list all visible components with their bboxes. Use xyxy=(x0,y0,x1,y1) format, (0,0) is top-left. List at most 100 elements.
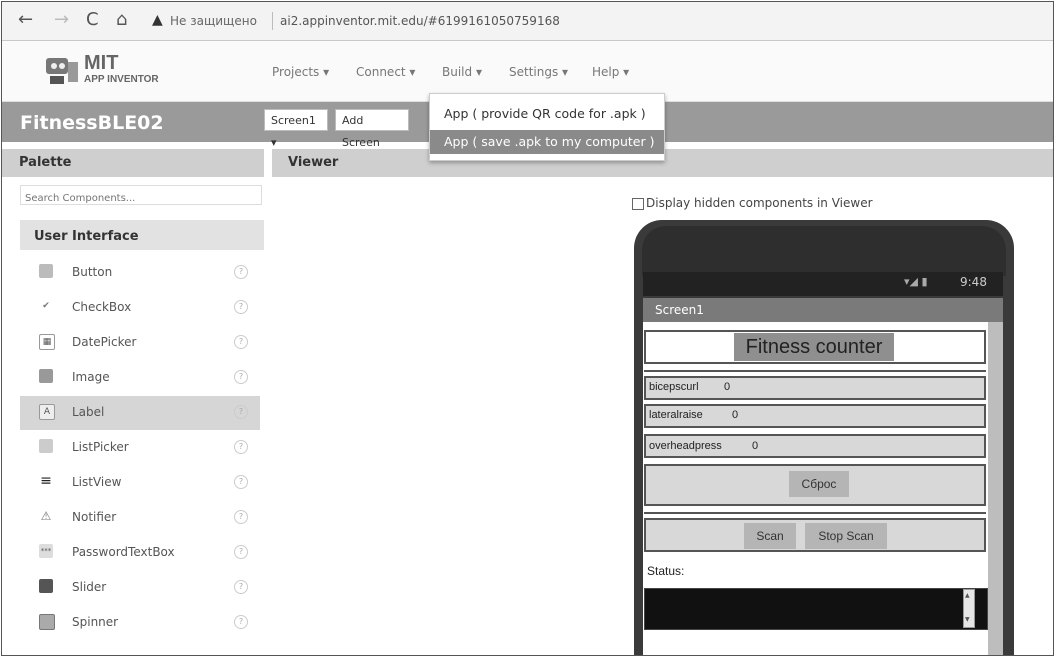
phone-status-bar xyxy=(643,272,1003,296)
palette-item-slider[interactable]: Slider ? xyxy=(20,571,260,605)
status-textbox[interactable] xyxy=(644,588,988,630)
display-hidden-components-checkbox[interactable]: Display hidden components in Viewer xyxy=(632,196,873,210)
reset-button[interactable]: Сброс xyxy=(789,471,849,497)
build-apk-qr-item[interactable]: App ( provide QR code for .apk ) xyxy=(430,102,664,126)
screen-select-dropdown[interactable]: Screen1 ▾ xyxy=(264,109,328,149)
screen-title: Screen1 xyxy=(655,303,704,317)
label-icon: A xyxy=(39,404,55,420)
home-icon[interactable]: ⌂ xyxy=(116,10,127,30)
component-search[interactable] xyxy=(20,185,262,208)
button-icon xyxy=(39,264,53,278)
phone-scrollbar xyxy=(988,322,1003,655)
back-arrow-icon[interactable]: ← xyxy=(18,10,33,30)
palette-item-label: Image xyxy=(72,370,110,384)
scroll-up-icon[interactable]: ▲ xyxy=(965,592,970,599)
help-icon[interactable]: ? xyxy=(234,580,248,594)
palette-item-checkbox[interactable]: ✔ CheckBox ? xyxy=(20,291,260,325)
fitness-counter-label[interactable]: Fitness counter xyxy=(734,333,894,361)
category-title: User Interface xyxy=(34,229,139,244)
palette-item-button[interactable]: Button ? xyxy=(20,256,260,290)
help-icon[interactable]: ? xyxy=(234,370,248,384)
palette-item-label: ListView xyxy=(72,475,122,489)
palette-item-label: Notifier xyxy=(72,510,117,524)
palette-header: Palette xyxy=(2,149,264,177)
textbox-scrollbar[interactable]: ▲ ▼ xyxy=(963,589,975,628)
overheadpress-value: 0 xyxy=(752,440,759,452)
phone-title-bar: Screen1 xyxy=(643,298,1003,322)
add-screen-button[interactable]: Add Screen xyxy=(335,109,409,149)
spinner-icon xyxy=(39,614,55,630)
logo-title: MIT xyxy=(84,52,119,74)
signal-battery-icon: ▾◢ ▮ xyxy=(904,275,928,288)
image-icon xyxy=(39,369,53,383)
listview-icon: ≡ xyxy=(40,473,52,489)
palette-item-image[interactable]: Image ? xyxy=(20,361,260,395)
palette-item-passwordtextbox[interactable]: *** PasswordTextBox ? xyxy=(20,536,260,570)
palette-item-label: Slider xyxy=(72,580,107,594)
listpicker-icon xyxy=(39,439,53,453)
palette-item-notifier[interactable]: ⚠ Notifier ? xyxy=(20,501,260,535)
checkbox-box[interactable] xyxy=(632,197,644,210)
bicepscurl-value: 0 xyxy=(724,381,731,393)
help-icon[interactable]: ? xyxy=(234,510,248,524)
checkbox-label: Display hidden components in Viewer xyxy=(646,196,873,210)
palette-item-label: Spinner xyxy=(72,615,119,629)
separator xyxy=(644,512,986,514)
app-window: ← → C ⌂ ▲ Не защищено ai2.appinventor.mi… xyxy=(1,1,1054,656)
overheadpress-label: overheadpress xyxy=(649,440,722,452)
scan-button[interactable]: Scan xyxy=(744,523,796,549)
palette-item-label: Button xyxy=(72,265,113,279)
menu-help[interactable]: Help ▾ xyxy=(592,65,629,79)
palette-title: Palette xyxy=(19,155,72,170)
phone-bezel-top xyxy=(642,226,1006,276)
help-icon[interactable]: ? xyxy=(234,440,248,454)
build-apk-save-item[interactable]: App ( save .apk to my computer ) xyxy=(430,130,664,154)
palette-item-listview[interactable]: ≡ ListView ? xyxy=(20,466,260,500)
palette-item-label: PasswordTextBox xyxy=(72,545,175,559)
help-icon[interactable]: ? xyxy=(234,405,248,419)
lateralraise-value: 0 xyxy=(732,409,739,421)
not-secure-label[interactable]: Не защищено xyxy=(170,14,257,28)
menu-connect[interactable]: Connect ▾ xyxy=(356,65,415,79)
palette-item-spinner[interactable]: Spinner ? xyxy=(20,606,260,640)
palette-item-label-component[interactable]: A Label ? xyxy=(20,396,260,430)
menu-build[interactable]: Build ▾ xyxy=(442,65,482,79)
reload-icon[interactable]: C xyxy=(86,10,99,30)
status-label: Status: xyxy=(647,564,685,578)
help-icon[interactable]: ? xyxy=(234,545,248,559)
forward-arrow-icon[interactable]: → xyxy=(54,10,69,30)
help-icon[interactable]: ? xyxy=(234,615,248,629)
search-components-input[interactable] xyxy=(21,189,259,208)
passwordtextbox-icon: *** xyxy=(39,544,53,558)
address-bar[interactable]: ai2.appinventor.mit.edu/#619916105075916… xyxy=(280,14,560,28)
help-icon[interactable]: ? xyxy=(234,335,248,349)
logo-subtitle: APP INVENTOR xyxy=(84,74,159,85)
url-divider xyxy=(272,12,273,30)
bicepscurl-label: bicepscurl xyxy=(649,381,699,393)
menu-projects[interactable]: Projects ▾ xyxy=(272,65,329,79)
palette-item-label: Label xyxy=(72,405,105,419)
palette-item-label: CheckBox xyxy=(72,300,132,314)
category-user-interface[interactable]: User Interface xyxy=(20,220,264,250)
help-icon[interactable]: ? xyxy=(234,300,248,314)
separator xyxy=(644,370,986,372)
checkbox-icon: ✔ xyxy=(42,301,50,311)
viewer-title: Viewer xyxy=(288,155,339,170)
help-icon[interactable]: ? xyxy=(234,475,248,489)
palette-list: Button ? ✔ CheckBox ? ▦ DatePicker ? Ima… xyxy=(20,256,264,655)
phone-clock: 9:48 xyxy=(960,275,987,289)
palette-item-listpicker[interactable]: ListPicker ? xyxy=(20,431,260,465)
help-icon[interactable]: ? xyxy=(234,265,248,279)
slider-icon xyxy=(39,579,53,593)
mit-app-inventor-logo[interactable]: MIT APP INVENTOR xyxy=(42,52,182,98)
warning-icon[interactable]: ▲ xyxy=(152,12,163,28)
scroll-down-icon[interactable]: ▼ xyxy=(965,616,970,623)
menu-settings[interactable]: Settings ▾ xyxy=(509,65,568,79)
palette-item-label: ListPicker xyxy=(72,440,129,454)
lateralraise-label: lateralraise xyxy=(649,409,703,421)
notifier-icon: ⚠ xyxy=(40,509,52,523)
stop-scan-button[interactable]: Stop Scan xyxy=(805,523,887,549)
robot-logo-icon xyxy=(46,58,78,84)
palette-item-datepicker[interactable]: ▦ DatePicker ? xyxy=(20,326,260,360)
build-dropdown-menu: App ( provide QR code for .apk ) App ( s… xyxy=(429,93,665,161)
